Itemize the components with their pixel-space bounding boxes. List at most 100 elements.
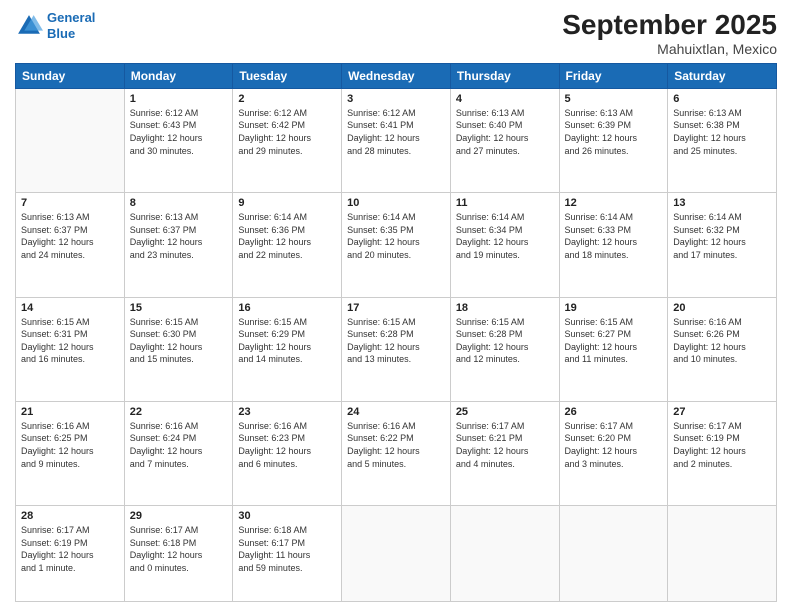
table-cell: 13Sunrise: 6:14 AM Sunset: 6:32 PM Dayli… (668, 193, 777, 297)
table-cell: 28Sunrise: 6:17 AM Sunset: 6:19 PM Dayli… (16, 506, 125, 602)
cell-info: Sunrise: 6:15 AM Sunset: 6:28 PM Dayligh… (347, 316, 445, 366)
cell-info: Sunrise: 6:16 AM Sunset: 6:23 PM Dayligh… (238, 420, 336, 470)
logo: General Blue (15, 10, 95, 41)
cell-info: Sunrise: 6:12 AM Sunset: 6:42 PM Dayligh… (238, 107, 336, 157)
cell-info: Sunrise: 6:16 AM Sunset: 6:24 PM Dayligh… (130, 420, 228, 470)
table-cell: 16 Sunrise: 6:15 AM Sunset: 6:29 PM Dayli… (233, 297, 342, 401)
day-number: 6 (673, 93, 771, 105)
cell-info: Sunrise: 6:14 AM Sunset: 6:35 PM Dayligh… (347, 211, 445, 261)
table-cell: 30 Sunrise: 6:18 AM Sunset: 6:17 PM Dayli… (233, 506, 342, 602)
day-number: 20 (673, 302, 771, 314)
page: General Blue September 2025 Mahuixtlan, … (0, 0, 792, 612)
table-cell: 25 Sunrise: 6:17 AM Sunset: 6:21 PM Dayli… (450, 401, 559, 505)
day-number: 9 (238, 197, 336, 209)
day-number: 1 (130, 93, 228, 105)
logo-icon (15, 12, 43, 40)
day-number: 15 (130, 302, 228, 314)
day-number: 21 (21, 406, 119, 418)
day-number: 28 (21, 510, 119, 522)
calendar-table: Sunday Monday Tuesday Wednesday Thursday… (15, 63, 777, 602)
table-cell: 1 Sunrise: 6:12 AM Sunset: 6:43 PM Daylig… (124, 88, 233, 192)
cell-info: Sunrise: 6:16 AM Sunset: 6:26 PM Dayligh… (673, 316, 771, 366)
day-number: 4 (456, 93, 554, 105)
cell-info: Sunrise: 6:15 AM Sunset: 6:28 PM Dayligh… (456, 316, 554, 366)
cell-info: Sunrise: 6:12 AM Sunset: 6:43 PM Dayligh… (130, 107, 228, 157)
table-cell: 14 Sunrise: 6:15 AM Sunset: 6:31 PM Dayli… (16, 297, 125, 401)
day-number: 23 (238, 406, 336, 418)
cell-info: Sunrise: 6:12 AM Sunset: 6:41 PM Dayligh… (347, 107, 445, 157)
col-friday: Friday (559, 63, 668, 88)
table-cell: 27 Sunrise: 6:17 AM Sunset: 6:19 PM Dayli… (668, 401, 777, 505)
table-cell: 3Sunrise: 6:12 AM Sunset: 6:41 PM Daylig… (342, 88, 451, 192)
table-cell: 19 Sunrise: 6:15 AM Sunset: 6:27 PM Dayli… (559, 297, 668, 401)
table-cell: 18 Sunrise: 6:15 AM Sunset: 6:28 PM Dayli… (450, 297, 559, 401)
cell-info: Sunrise: 6:18 AM Sunset: 6:17 PM Dayligh… (238, 524, 336, 574)
header: General Blue September 2025 Mahuixtlan, … (15, 10, 777, 57)
table-cell (16, 88, 125, 192)
table-cell (342, 506, 451, 602)
table-cell (668, 506, 777, 602)
table-cell: 12 Sunrise: 6:14 AM Sunset: 6:33 PM Dayli… (559, 193, 668, 297)
table-cell: 17 Sunrise: 6:15 AM Sunset: 6:28 PM Dayli… (342, 297, 451, 401)
month-title: September 2025 (562, 10, 777, 41)
logo-line2: Blue (47, 26, 75, 41)
table-cell: 11Sunrise: 6:14 AM Sunset: 6:34 PM Dayli… (450, 193, 559, 297)
day-number: 30 (238, 510, 336, 522)
day-number: 5 (565, 93, 663, 105)
col-tuesday: Tuesday (233, 63, 342, 88)
day-number: 7 (21, 197, 119, 209)
cell-info: Sunrise: 6:14 AM Sunset: 6:34 PM Dayligh… (456, 211, 554, 261)
cell-info: Sunrise: 6:15 AM Sunset: 6:27 PM Dayligh… (565, 316, 663, 366)
cell-info: Sunrise: 6:14 AM Sunset: 6:33 PM Dayligh… (565, 211, 663, 261)
day-number: 12 (565, 197, 663, 209)
day-number: 24 (347, 406, 445, 418)
cell-info: Sunrise: 6:17 AM Sunset: 6:18 PM Dayligh… (130, 524, 228, 574)
col-saturday: Saturday (668, 63, 777, 88)
cell-info: Sunrise: 6:13 AM Sunset: 6:37 PM Dayligh… (130, 211, 228, 261)
day-number: 18 (456, 302, 554, 314)
day-number: 8 (130, 197, 228, 209)
table-cell: 7 Sunrise: 6:13 AM Sunset: 6:37 PM Daylig… (16, 193, 125, 297)
table-cell: 4 Sunrise: 6:13 AM Sunset: 6:40 PM Daylig… (450, 88, 559, 192)
title-block: September 2025 Mahuixtlan, Mexico (562, 10, 777, 57)
cell-info: Sunrise: 6:15 AM Sunset: 6:29 PM Dayligh… (238, 316, 336, 366)
logo-line1: General (47, 10, 95, 25)
cell-info: Sunrise: 6:17 AM Sunset: 6:19 PM Dayligh… (673, 420, 771, 470)
logo-text: General Blue (47, 10, 95, 41)
cell-info: Sunrise: 6:17 AM Sunset: 6:20 PM Dayligh… (565, 420, 663, 470)
cell-info: Sunrise: 6:17 AM Sunset: 6:21 PM Dayligh… (456, 420, 554, 470)
table-cell (450, 506, 559, 602)
cell-info: Sunrise: 6:13 AM Sunset: 6:38 PM Dayligh… (673, 107, 771, 157)
calendar-header-row: Sunday Monday Tuesday Wednesday Thursday… (16, 63, 777, 88)
day-number: 10 (347, 197, 445, 209)
day-number: 14 (21, 302, 119, 314)
cell-info: Sunrise: 6:16 AM Sunset: 6:22 PM Dayligh… (347, 420, 445, 470)
cell-info: Sunrise: 6:13 AM Sunset: 6:37 PM Dayligh… (21, 211, 119, 261)
table-cell: 21Sunrise: 6:16 AM Sunset: 6:25 PM Dayli… (16, 401, 125, 505)
table-cell: 2 Sunrise: 6:12 AM Sunset: 6:42 PM Daylig… (233, 88, 342, 192)
table-cell: 5Sunrise: 6:13 AM Sunset: 6:39 PM Daylig… (559, 88, 668, 192)
day-number: 2 (238, 93, 336, 105)
day-number: 27 (673, 406, 771, 418)
table-cell (559, 506, 668, 602)
col-wednesday: Wednesday (342, 63, 451, 88)
day-number: 17 (347, 302, 445, 314)
day-number: 29 (130, 510, 228, 522)
col-thursday: Thursday (450, 63, 559, 88)
table-cell: 9 Sunrise: 6:14 AM Sunset: 6:36 PM Daylig… (233, 193, 342, 297)
day-number: 16 (238, 302, 336, 314)
day-number: 22 (130, 406, 228, 418)
cell-info: Sunrise: 6:13 AM Sunset: 6:40 PM Dayligh… (456, 107, 554, 157)
table-cell: 15Sunrise: 6:15 AM Sunset: 6:30 PM Dayli… (124, 297, 233, 401)
cell-info: Sunrise: 6:15 AM Sunset: 6:31 PM Dayligh… (21, 316, 119, 366)
location: Mahuixtlan, Mexico (562, 41, 777, 57)
table-cell: 22 Sunrise: 6:16 AM Sunset: 6:24 PM Dayli… (124, 401, 233, 505)
table-cell: 23 Sunrise: 6:16 AM Sunset: 6:23 PM Dayli… (233, 401, 342, 505)
table-cell: 10 Sunrise: 6:14 AM Sunset: 6:35 PM Dayli… (342, 193, 451, 297)
col-monday: Monday (124, 63, 233, 88)
table-cell: 6 Sunrise: 6:13 AM Sunset: 6:38 PM Daylig… (668, 88, 777, 192)
day-number: 25 (456, 406, 554, 418)
cell-info: Sunrise: 6:14 AM Sunset: 6:36 PM Dayligh… (238, 211, 336, 261)
day-number: 19 (565, 302, 663, 314)
cell-info: Sunrise: 6:14 AM Sunset: 6:32 PM Dayligh… (673, 211, 771, 261)
